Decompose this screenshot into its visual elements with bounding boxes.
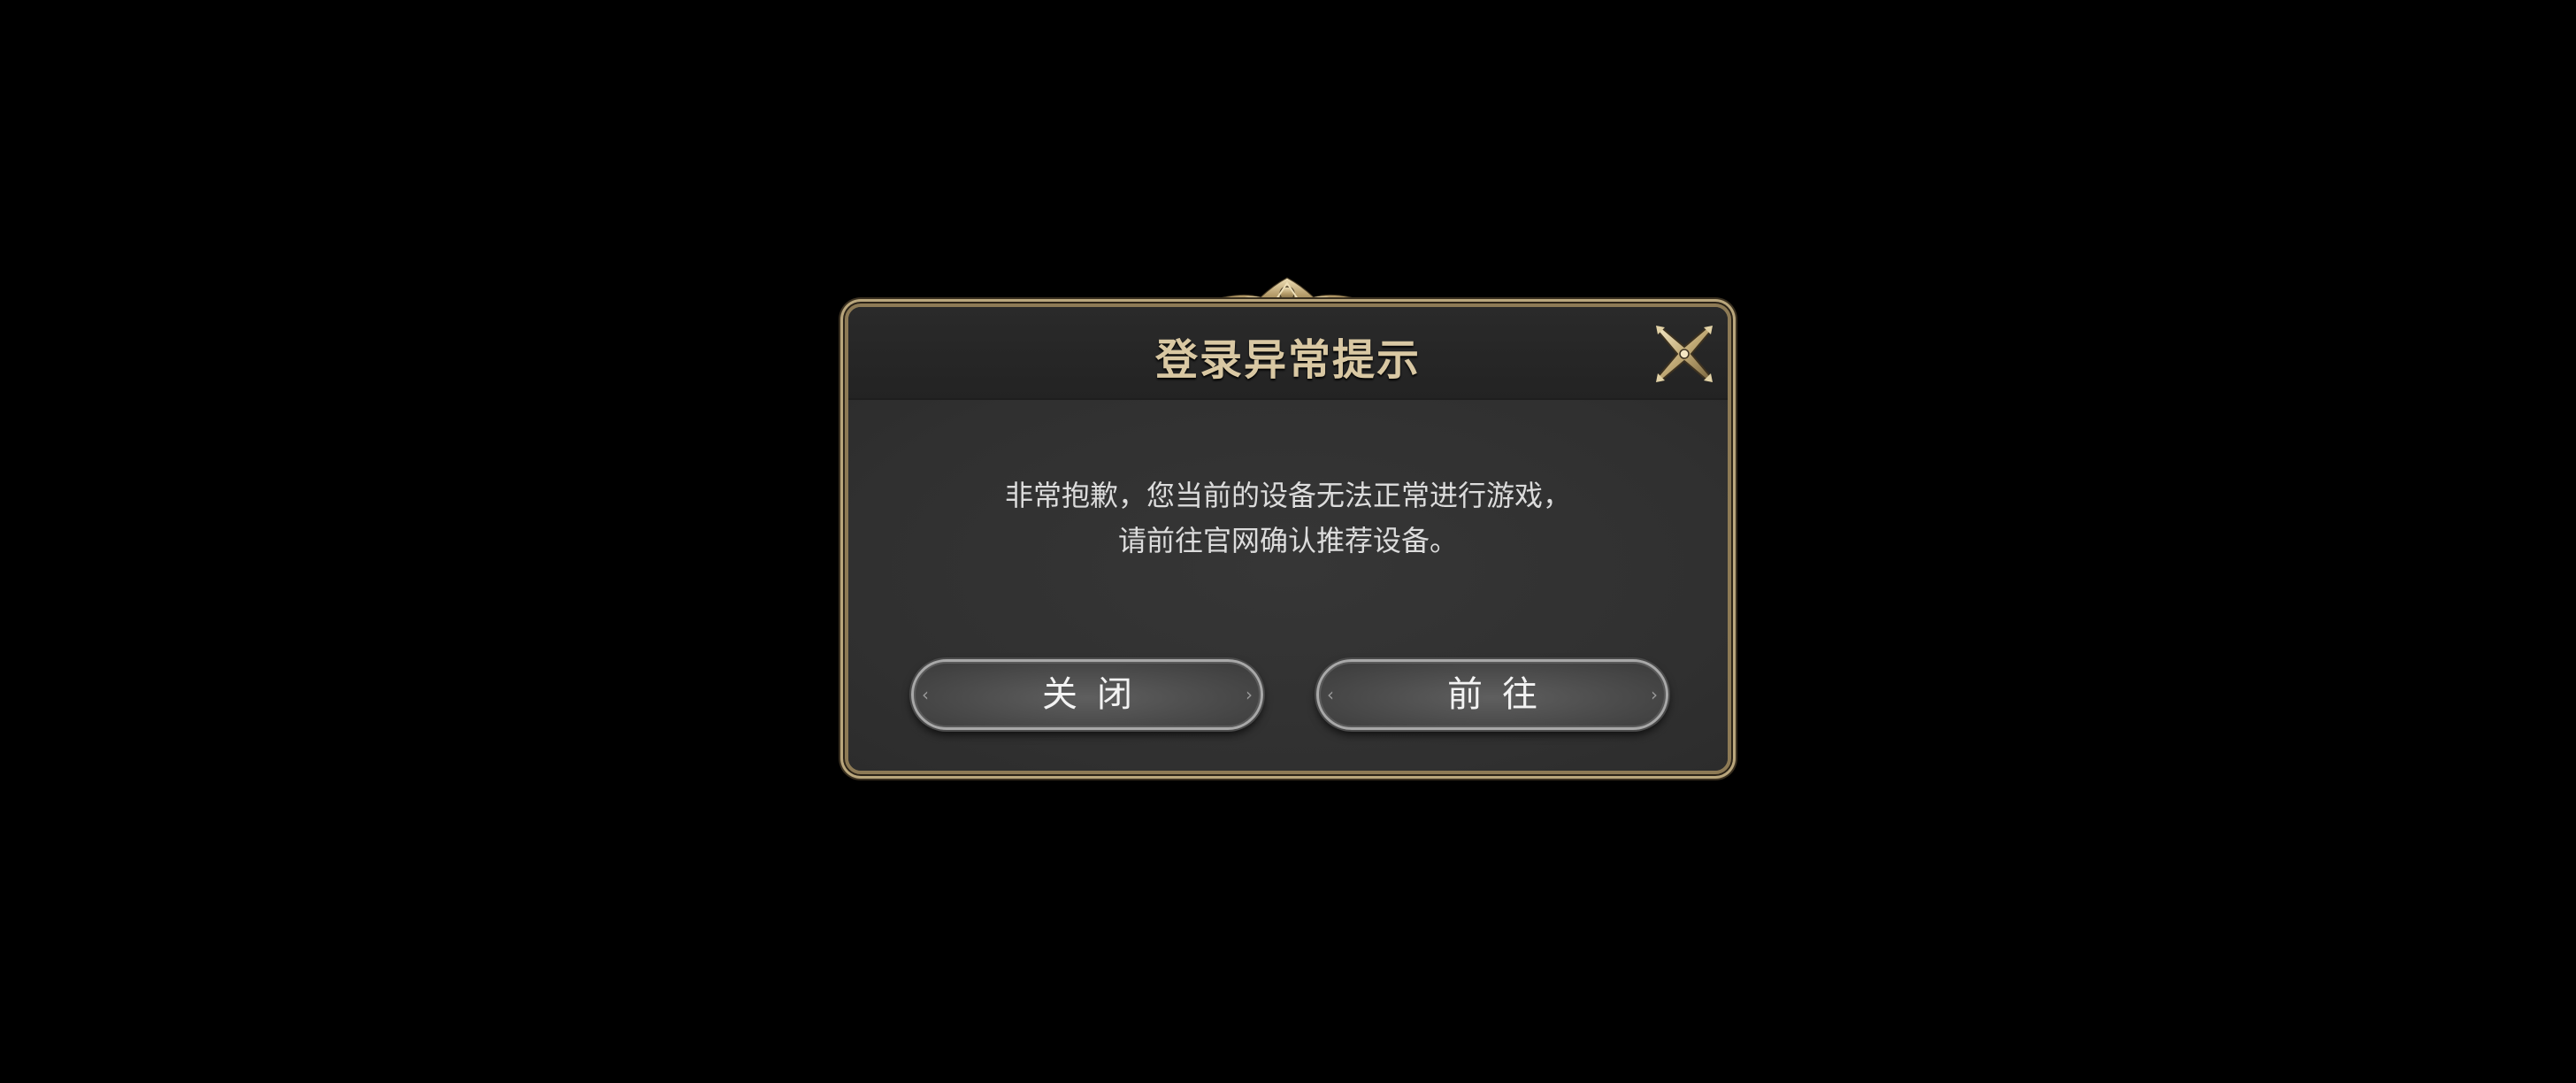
close-button[interactable]: ‹ 关闭 › (911, 659, 1263, 730)
button-right-cap-icon: › (1651, 684, 1658, 705)
button-left-cap-icon: ‹ (1327, 684, 1334, 705)
error-message: 非常抱歉，您当前的设备无法正常进行游戏， 请前往官网确认推荐设备。 (848, 473, 1728, 564)
button-right-cap-icon: › (1246, 684, 1253, 705)
login-error-dialog: 登录异常提示 非常抱歉，您当前的设备无法正常进行游戏， 请前往官网确认推荐设备。… (845, 303, 1731, 774)
go-button[interactable]: ‹ 前往 › (1316, 659, 1668, 730)
error-message-line-1: 非常抱歉，您当前的设备无法正常进行游戏， (1004, 479, 1571, 512)
close-button-label: 关闭 (1042, 674, 1152, 715)
dialog-title: 登录异常提示 (1154, 335, 1421, 385)
dialog-header: 登录异常提示 (848, 307, 1728, 400)
close-x-icon[interactable] (1652, 322, 1716, 386)
go-button-label: 前往 (1447, 674, 1557, 715)
error-message-line-2: 请前往官网确认推荐设备。 (1117, 524, 1458, 557)
button-left-cap-icon: ‹ (922, 684, 929, 705)
